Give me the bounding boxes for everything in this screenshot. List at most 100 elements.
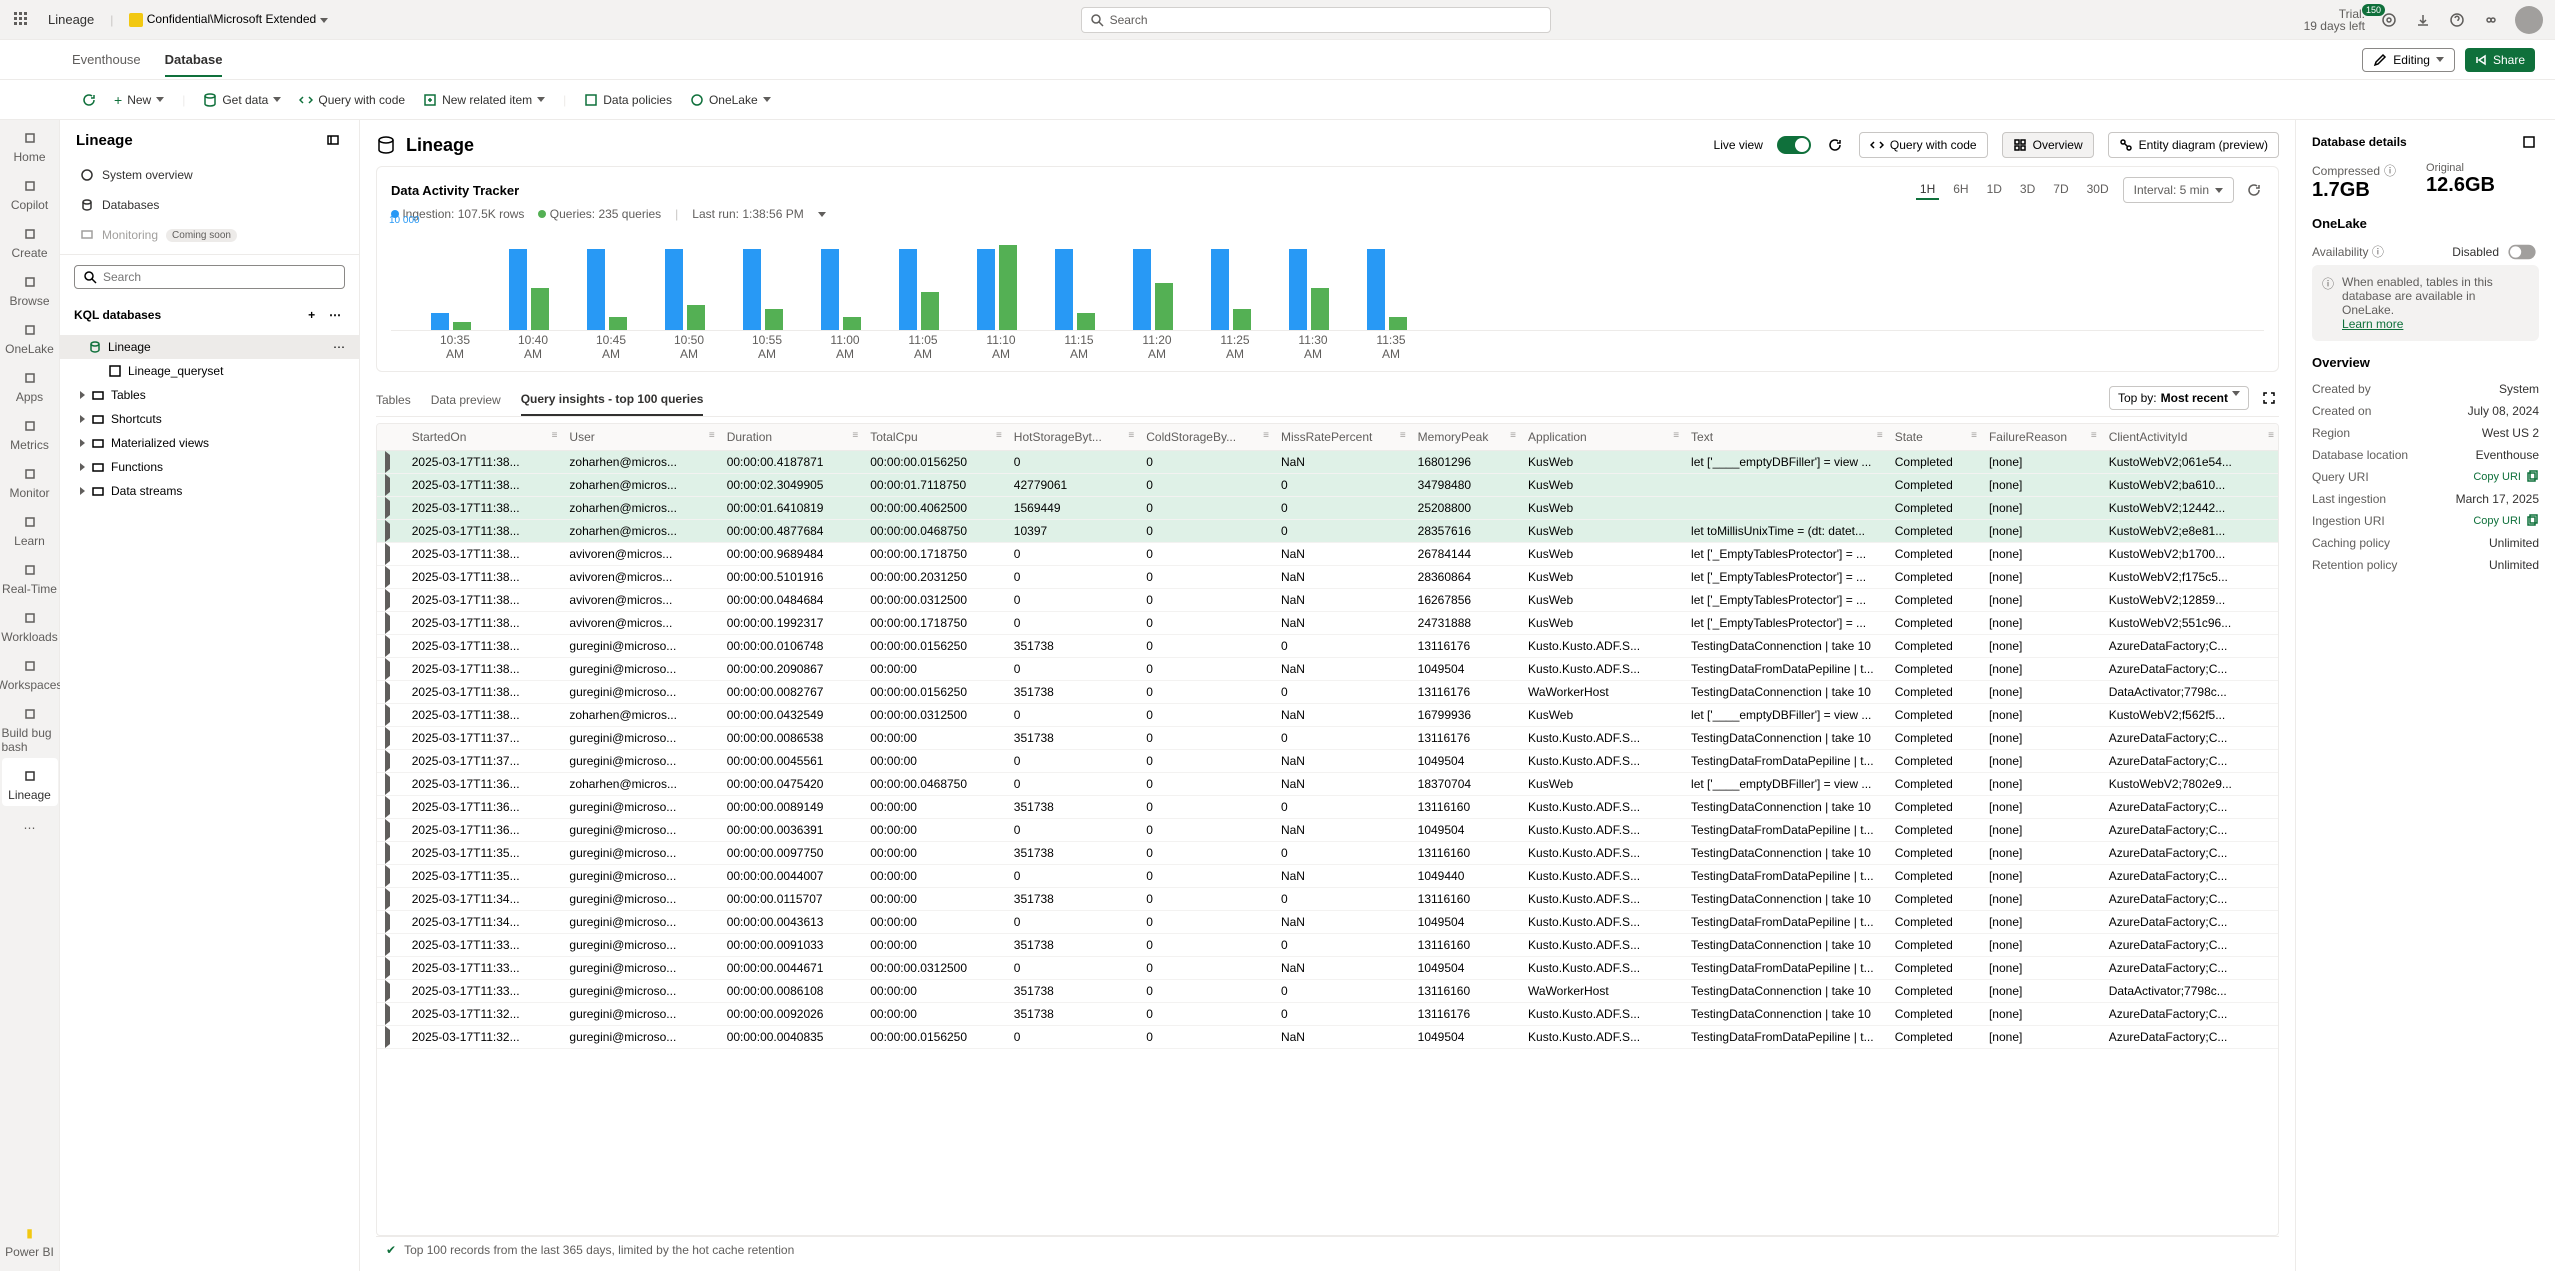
tab-tables[interactable]: Tables (376, 385, 411, 415)
range-1H[interactable]: 1H (1916, 180, 1939, 200)
expand-row-icon[interactable] (377, 980, 404, 1003)
expand-row-icon[interactable] (377, 635, 404, 658)
onelake-button[interactable]: OneLake (690, 93, 771, 107)
expand-row-icon[interactable] (377, 566, 404, 589)
tab-preview[interactable]: Data preview (431, 385, 501, 415)
table-row[interactable]: 2025-03-17T11:38...avivoren@micros...00:… (377, 566, 2278, 589)
expand-row-icon[interactable] (377, 865, 404, 888)
expand-row-icon[interactable] (377, 888, 404, 911)
col-header[interactable]: FailureReason≡ (1981, 424, 2101, 451)
refresh-button[interactable] (82, 93, 96, 107)
col-header[interactable]: User≡ (561, 424, 718, 451)
rail-workspaces[interactable]: Workspaces (2, 648, 58, 696)
filter-icon[interactable]: ≡ (1971, 430, 1977, 441)
col-header[interactable]: HotStorageByt...≡ (1006, 424, 1138, 451)
table-row[interactable]: 2025-03-17T11:38...zoharhen@micros...00:… (377, 704, 2278, 727)
app-launcher-icon[interactable] (12, 10, 32, 30)
filter-icon[interactable]: ≡ (552, 430, 558, 441)
range-7D[interactable]: 7D (2049, 180, 2072, 200)
tab-query-insights[interactable]: Query insights - top 100 queries (521, 384, 704, 416)
filter-icon[interactable]: ≡ (852, 430, 858, 441)
expand-row-icon[interactable] (377, 474, 404, 497)
table-row[interactable]: 2025-03-17T11:38...zoharhen@micros...00:… (377, 520, 2278, 543)
table-row[interactable]: 2025-03-17T11:38...guregini@microso...00… (377, 681, 2278, 704)
table-row[interactable]: 2025-03-17T11:34...guregini@microso...00… (377, 888, 2278, 911)
table-row[interactable]: 2025-03-17T11:38...guregini@microso...00… (377, 658, 2278, 681)
expand-row-icon[interactable] (377, 934, 404, 957)
range-1D[interactable]: 1D (1983, 180, 2006, 200)
rail-copilot[interactable]: Copilot (2, 168, 58, 216)
expand-row-icon[interactable] (377, 681, 404, 704)
col-header[interactable]: MemoryPeak≡ (1410, 424, 1520, 451)
get-data-button[interactable]: Get data (203, 93, 281, 107)
filter-icon[interactable]: ≡ (1128, 430, 1134, 441)
tree-folder-tables[interactable]: Tables (60, 383, 359, 407)
range-6H[interactable]: 6H (1949, 180, 1972, 200)
table-row[interactable]: 2025-03-17T11:33...guregini@microso...00… (377, 934, 2278, 957)
rail-onelake[interactable]: OneLake (2, 312, 58, 360)
filter-icon[interactable]: ≡ (1400, 430, 1406, 441)
rail-realtime[interactable]: Real-Time (2, 552, 58, 600)
table-row[interactable]: 2025-03-17T11:35...guregini@microso...00… (377, 865, 2278, 888)
new-button[interactable]: +New (114, 92, 164, 108)
add-database-icon[interactable]: + (302, 305, 322, 325)
expand-details-icon[interactable] (2519, 132, 2539, 152)
share-button[interactable]: Share (2465, 48, 2535, 72)
data-policies-button[interactable]: Data policies (584, 93, 672, 107)
expand-row-icon[interactable] (377, 819, 404, 842)
help-icon[interactable] (2447, 10, 2467, 30)
tree-folder-data streams[interactable]: Data streams (60, 479, 359, 503)
filter-icon[interactable]: ≡ (2268, 430, 2274, 441)
filter-icon[interactable]: ≡ (1263, 430, 1269, 441)
filter-icon[interactable]: ≡ (1877, 430, 1883, 441)
query-code-button[interactable]: Query with code (299, 93, 405, 107)
section-more-icon[interactable]: ⋯ (325, 305, 345, 325)
expand-row-icon[interactable] (377, 658, 404, 681)
filter-icon[interactable]: ≡ (1673, 430, 1679, 441)
expand-row-icon[interactable] (377, 957, 404, 980)
feedback-icon[interactable] (2481, 10, 2501, 30)
trial-indicator[interactable]: Trial:19 days left 150 (2304, 8, 2365, 32)
rail-apps[interactable]: Apps (2, 360, 58, 408)
table-row[interactable]: 2025-03-17T11:35...guregini@microso...00… (377, 842, 2278, 865)
col-header[interactable] (377, 424, 404, 451)
expand-row-icon[interactable] (377, 1003, 404, 1026)
tree-queryset[interactable]: Lineage_queryset (60, 359, 359, 383)
table-row[interactable]: 2025-03-17T11:38...guregini@microso...00… (377, 635, 2278, 658)
table-row[interactable]: 2025-03-17T11:38...zoharhen@micros...00:… (377, 497, 2278, 520)
col-header[interactable]: ClientActivityId≡ (2101, 424, 2278, 451)
new-related-button[interactable]: New related item (423, 93, 545, 107)
expand-row-icon[interactable] (377, 520, 404, 543)
expand-row-icon[interactable] (377, 911, 404, 934)
expand-row-icon[interactable] (377, 1026, 404, 1049)
editing-dropdown[interactable]: Editing (2362, 48, 2455, 72)
learn-more-link[interactable]: Learn more (2342, 317, 2403, 331)
query-grid[interactable]: StartedOn≡User≡Duration≡TotalCpu≡HotStor… (376, 423, 2279, 1236)
col-header[interactable]: MissRatePercent≡ (1273, 424, 1410, 451)
live-view-toggle[interactable] (1777, 136, 1811, 154)
collapse-panel-icon[interactable] (323, 130, 343, 150)
expand-row-icon[interactable] (377, 589, 404, 612)
rail-lineage[interactable]: Lineage (2, 758, 58, 806)
copy-uri-link[interactable]: Copy URI (2473, 514, 2539, 528)
table-row[interactable]: 2025-03-17T11:38...avivoren@micros...00:… (377, 543, 2278, 566)
expand-row-icon[interactable] (377, 727, 404, 750)
chart-refresh-icon[interactable] (2244, 180, 2264, 200)
expand-row-icon[interactable] (377, 497, 404, 520)
rail-more[interactable]: ⋯ (2, 810, 58, 842)
table-row[interactable]: 2025-03-17T11:32...guregini@microso...00… (377, 1026, 2278, 1049)
tree-item-more-icon[interactable]: ⋯ (333, 340, 345, 354)
filter-icon[interactable]: ≡ (1510, 430, 1516, 441)
rail-buildbug[interactable]: Build bug bash (2, 696, 58, 758)
tab-eventhouse[interactable]: Eventhouse (72, 42, 141, 77)
overview-tab[interactable]: Overview (2002, 132, 2094, 158)
col-header[interactable]: Application≡ (1520, 424, 1683, 451)
sensitivity-label[interactable]: Confidential\Microsoft Extended (129, 12, 327, 27)
filter-icon[interactable]: ≡ (2091, 430, 2097, 441)
filter-icon[interactable]: ≡ (996, 430, 1002, 441)
expand-row-icon[interactable] (377, 750, 404, 773)
col-header[interactable]: StartedOn≡ (404, 424, 562, 451)
expand-row-icon[interactable] (377, 704, 404, 727)
tab-database[interactable]: Database (165, 42, 223, 77)
table-row[interactable]: 2025-03-17T11:37...guregini@microso...00… (377, 727, 2278, 750)
